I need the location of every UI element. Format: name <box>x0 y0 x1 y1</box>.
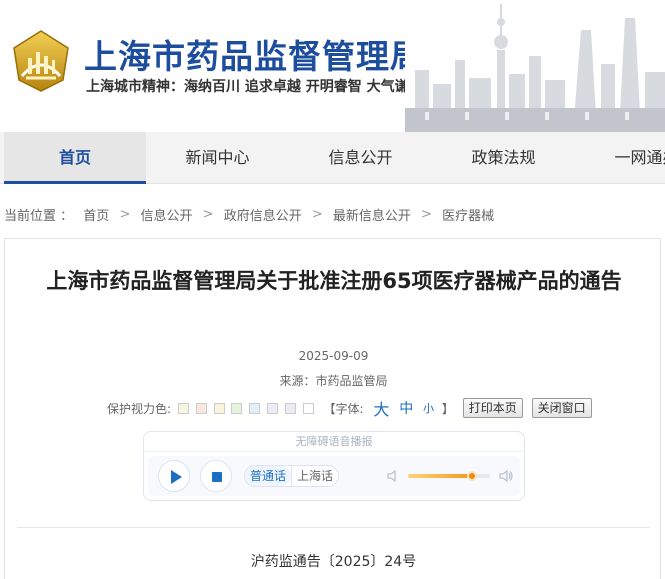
lang-mandarin-button[interactable]: 普通话 <box>245 466 292 486</box>
article-date: 2025-09-09 <box>298 349 369 363</box>
breadcrumb-separator: > <box>311 207 323 222</box>
eye-care-label: 保护视力色: <box>107 401 172 416</box>
volume-slider-handle[interactable] <box>466 471 477 481</box>
volume-slider[interactable] <box>408 471 490 481</box>
breadcrumb-medical-devices[interactable]: 医疗器械 <box>442 209 494 224</box>
stop-button[interactable] <box>200 460 232 492</box>
player-title: 无障碍语音播报 <box>144 432 524 452</box>
play-button[interactable] <box>158 460 190 492</box>
nav-item-news[interactable]: 新闻中心 <box>146 132 289 184</box>
shanghai-fda-logo[interactable] <box>8 28 74 94</box>
main-nav: 首页 新闻中心 信息公开 政策法规 一网通办 <box>0 132 665 184</box>
breadcrumb-separator: > <box>202 207 214 222</box>
font-size-large-button[interactable]: 大 <box>373 396 389 420</box>
eye-care-color-swatch[interactable] <box>267 402 279 414</box>
skyline-banner-image <box>405 0 665 132</box>
eye-care-color-swatch[interactable] <box>302 402 314 414</box>
city-motto: 上海城市精神：海纳百川 追求卓越 开明睿智 大气谦和 <box>86 79 423 95</box>
eye-care-color-swatch[interactable] <box>284 402 296 414</box>
font-size-small-button[interactable]: 小 <box>423 400 434 416</box>
breadcrumb-home[interactable]: 首页 <box>83 209 109 224</box>
nav-item-home[interactable]: 首页 <box>4 132 146 184</box>
document-number: 沪药监通告〔2025〕24号 <box>250 554 417 570</box>
eye-care-color-swatch[interactable] <box>213 402 225 414</box>
eye-care-color-swatch[interactable] <box>195 402 207 414</box>
volume-up-icon[interactable] <box>498 469 514 483</box>
font-size-label: 【字体: <box>323 401 364 416</box>
volume-slider-fill <box>408 474 472 478</box>
breadcrumb-prefix: 当前位置 ： <box>4 209 74 224</box>
breadcrumb-separator: > <box>119 207 131 222</box>
nav-item-info-disclosure[interactable]: 信息公开 <box>289 132 432 184</box>
article-source: 来源：市药品监管局 <box>279 374 388 388</box>
site-header: 上海市药品监督管理局 上海城市精神：海纳百川 追求卓越 开明睿智 大气谦和 <box>0 0 665 132</box>
eye-care-color-swatch[interactable] <box>231 402 243 414</box>
breadcrumb-gov-info[interactable]: 政府信息公开 <box>224 209 302 224</box>
eye-care-color-swatch[interactable] <box>177 402 189 414</box>
breadcrumb-separator: > <box>421 207 432 222</box>
article-container: 上海市药品监督管理局关于批准注册65项医疗器械产品的通告 2025-09-09 … <box>4 238 661 579</box>
font-size-bracket: 】 <box>441 401 454 416</box>
stop-icon <box>212 472 222 482</box>
language-toggle: 普通话 上海话 <box>244 465 340 487</box>
lang-shanghainese-button[interactable]: 上海话 <box>291 466 338 486</box>
nav-item-policies[interactable]: 政策法规 <box>432 132 575 184</box>
accessibility-audio-player: 无障碍语音播报 普通话 上海话 <box>143 431 525 501</box>
print-button[interactable]: 打印本页 <box>462 398 523 418</box>
font-size-medium-button[interactable]: 中 <box>399 398 413 418</box>
site-title: 上海市药品监督管理局 <box>84 37 424 76</box>
content-divider <box>17 527 650 528</box>
play-icon <box>171 470 182 484</box>
close-window-button[interactable]: 关闭窗口 <box>531 398 592 418</box>
breadcrumb-latest-info[interactable]: 最新信息公开 <box>333 209 411 224</box>
breadcrumb-info-disclosure[interactable]: 信息公开 <box>140 209 192 224</box>
player-controls: 普通话 上海话 <box>148 456 520 496</box>
article-title: 上海市药品监督管理局关于批准注册65项医疗器械产品的通告 <box>46 269 622 293</box>
reading-tools: 保护视力色: 【字体: 大 中 小 】 打印本页 关闭窗口 <box>107 396 592 420</box>
volume-down-icon[interactable] <box>386 469 400 483</box>
eye-care-color-swatch[interactable] <box>249 402 261 414</box>
breadcrumb: 当前位置 ： 首页 > 信息公开 > 政府信息公开 > 最新信息公开 > 医疗器… <box>4 205 494 224</box>
nav-item-one-stop-service[interactable]: 一网通办 <box>575 132 665 184</box>
